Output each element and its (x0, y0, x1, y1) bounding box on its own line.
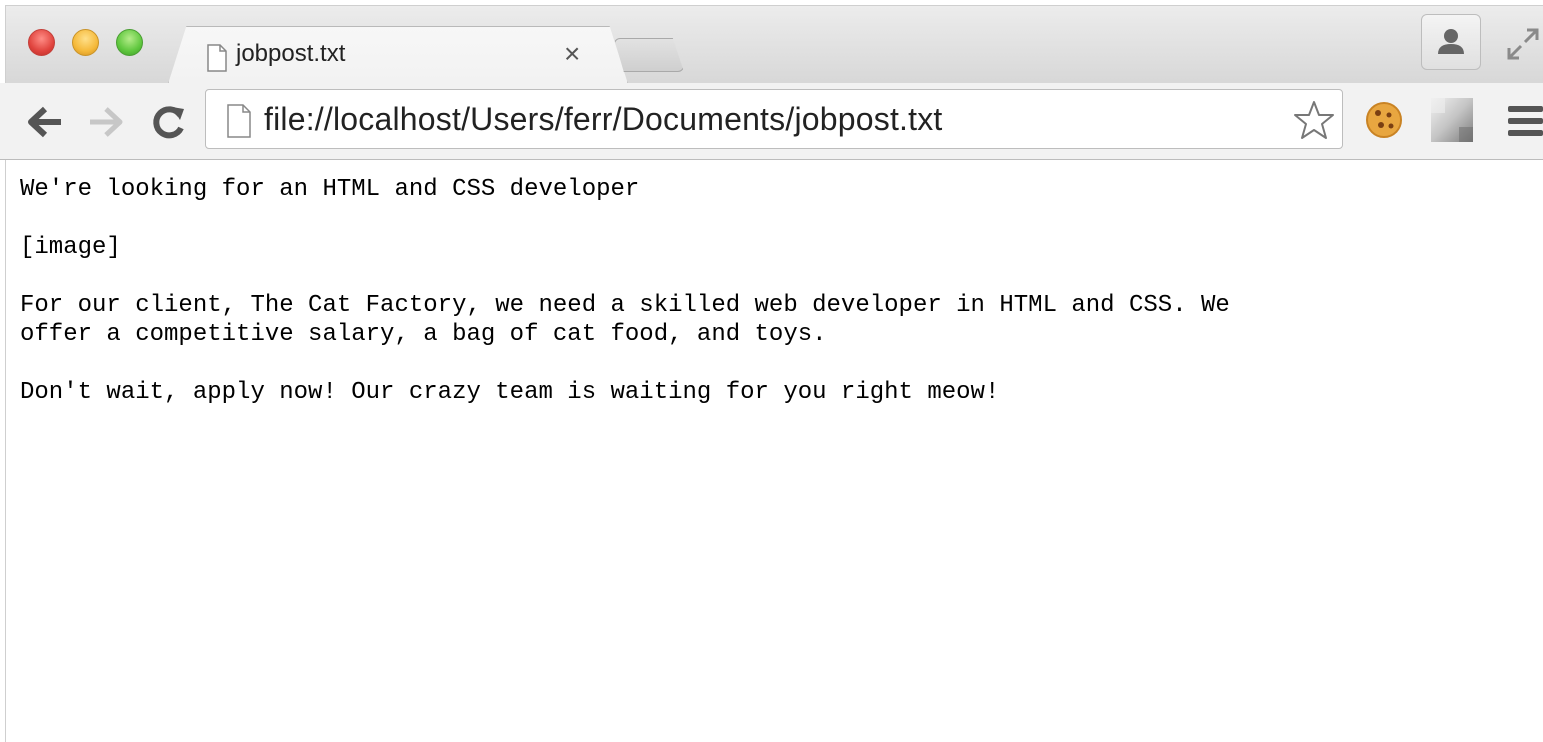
fullscreen-arrows-icon[interactable] (1505, 26, 1541, 62)
reload-icon[interactable] (150, 103, 188, 141)
hamburger-menu-icon[interactable] (1502, 104, 1543, 138)
star-icon[interactable] (1293, 99, 1335, 141)
page-document-icon (227, 104, 251, 138)
document-heading: We're looking for an HTML and CSS develo… (20, 176, 640, 203)
url-text[interactable]: file://localhost/Users/ferr/Documents/jo… (264, 101, 943, 138)
zoom-window-button[interactable] (116, 29, 143, 56)
document-body: We're looking for an HTML and CSS develo… (20, 175, 1520, 436)
person-icon (1438, 29, 1464, 54)
back-arrow-icon[interactable] (25, 104, 65, 140)
forward-arrow-icon[interactable] (86, 104, 126, 140)
close-window-button[interactable] (28, 29, 55, 56)
new-tab-button[interactable] (614, 38, 684, 72)
gradient-grid-icon[interactable] (1431, 98, 1473, 142)
image-placeholder: [image] (20, 234, 121, 261)
profile-button[interactable] (1421, 14, 1481, 70)
document-icon (207, 44, 227, 72)
document-paragraph: For our client, The Cat Factory, we need… (20, 292, 1230, 348)
tab-title: jobpost.txt (236, 40, 346, 67)
minimize-window-button[interactable] (72, 29, 99, 56)
tab-close-button[interactable]: × (564, 38, 580, 70)
document-paragraph: Don't wait, apply now! Our crazy team is… (20, 379, 1000, 406)
cookie-icon[interactable] (1364, 100, 1404, 140)
